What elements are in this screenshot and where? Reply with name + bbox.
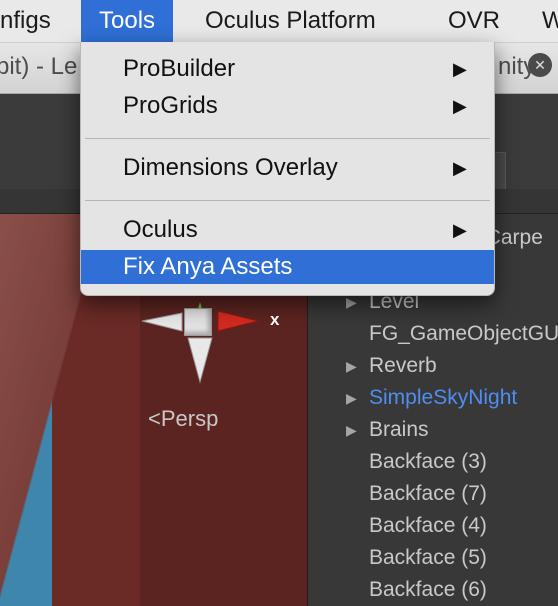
menu-bar: nfigs Tools Oculus Platform OVR W bbox=[0, 0, 558, 43]
menu-item-progrids[interactable]: ProGrids ▶ bbox=[81, 89, 494, 123]
hierarchy-row[interactable]: Backface (5) bbox=[308, 542, 558, 574]
menu-window[interactable]: W bbox=[524, 0, 558, 42]
menu-item-oculus[interactable]: Oculus ▶ bbox=[81, 213, 494, 247]
expand-arrow-icon[interactable]: ▶ bbox=[346, 350, 357, 382]
menu-item-fix-anya-assets[interactable]: Fix Anya Assets bbox=[81, 250, 494, 284]
persp-icon: < bbox=[148, 406, 161, 431]
menu-item-dimensions-overlay[interactable]: Dimensions Overlay ▶ bbox=[81, 151, 494, 185]
gizmo-axis-label: x bbox=[270, 310, 280, 329]
window-control-icon[interactable]: ✕ bbox=[528, 53, 552, 77]
expand-arrow-icon[interactable]: ▶ bbox=[346, 414, 357, 446]
gizmo-cube-icon[interactable] bbox=[184, 308, 212, 336]
submenu-arrow-icon: ▶ bbox=[453, 220, 467, 240]
hierarchy-row[interactable]: Backface (6) bbox=[308, 574, 558, 606]
gizmo-cone-down-icon bbox=[187, 337, 213, 384]
menu-ovr[interactable]: OVR bbox=[430, 0, 518, 42]
menu-separator bbox=[85, 138, 490, 139]
hierarchy-row[interactable]: Backface (3) bbox=[308, 446, 558, 478]
submenu-arrow-icon: ▶ bbox=[453, 158, 467, 178]
menu-configs[interactable]: nfigs bbox=[0, 0, 69, 42]
hierarchy-row[interactable]: ▶ Reverb bbox=[308, 350, 558, 382]
hierarchy-row[interactable]: FG_GameObjectGU bbox=[308, 318, 558, 350]
hierarchy-row[interactable]: ▶ SimpleSkyNight bbox=[308, 382, 558, 414]
title-text-left: bit) - Le bbox=[0, 53, 78, 80]
hierarchy-row[interactable]: Backface (4) bbox=[308, 510, 558, 542]
submenu-arrow-icon: ▶ bbox=[453, 96, 467, 116]
persp-toggle[interactable]: <Persp bbox=[148, 406, 218, 432]
tools-dropdown-menu: ProBuilder ▶ ProGrids ▶ Dimensions Overl… bbox=[80, 42, 495, 296]
hierarchy-row[interactable]: Backface (7) bbox=[308, 478, 558, 510]
menu-oculus-platform[interactable]: Oculus Platform bbox=[187, 0, 394, 42]
menu-separator bbox=[85, 200, 490, 201]
persp-label: Persp bbox=[160, 406, 219, 431]
submenu-arrow-icon: ▶ bbox=[453, 59, 467, 79]
menu-item-probuilder[interactable]: ProBuilder ▶ bbox=[81, 52, 494, 86]
expand-arrow-icon[interactable]: ▶ bbox=[346, 382, 357, 414]
hierarchy-row[interactable]: ▶ Brains bbox=[308, 414, 558, 446]
menu-tools[interactable]: Tools bbox=[81, 0, 174, 42]
gizmo-cone-left-icon bbox=[141, 312, 183, 332]
gizmo-cone-x-icon bbox=[217, 310, 259, 332]
